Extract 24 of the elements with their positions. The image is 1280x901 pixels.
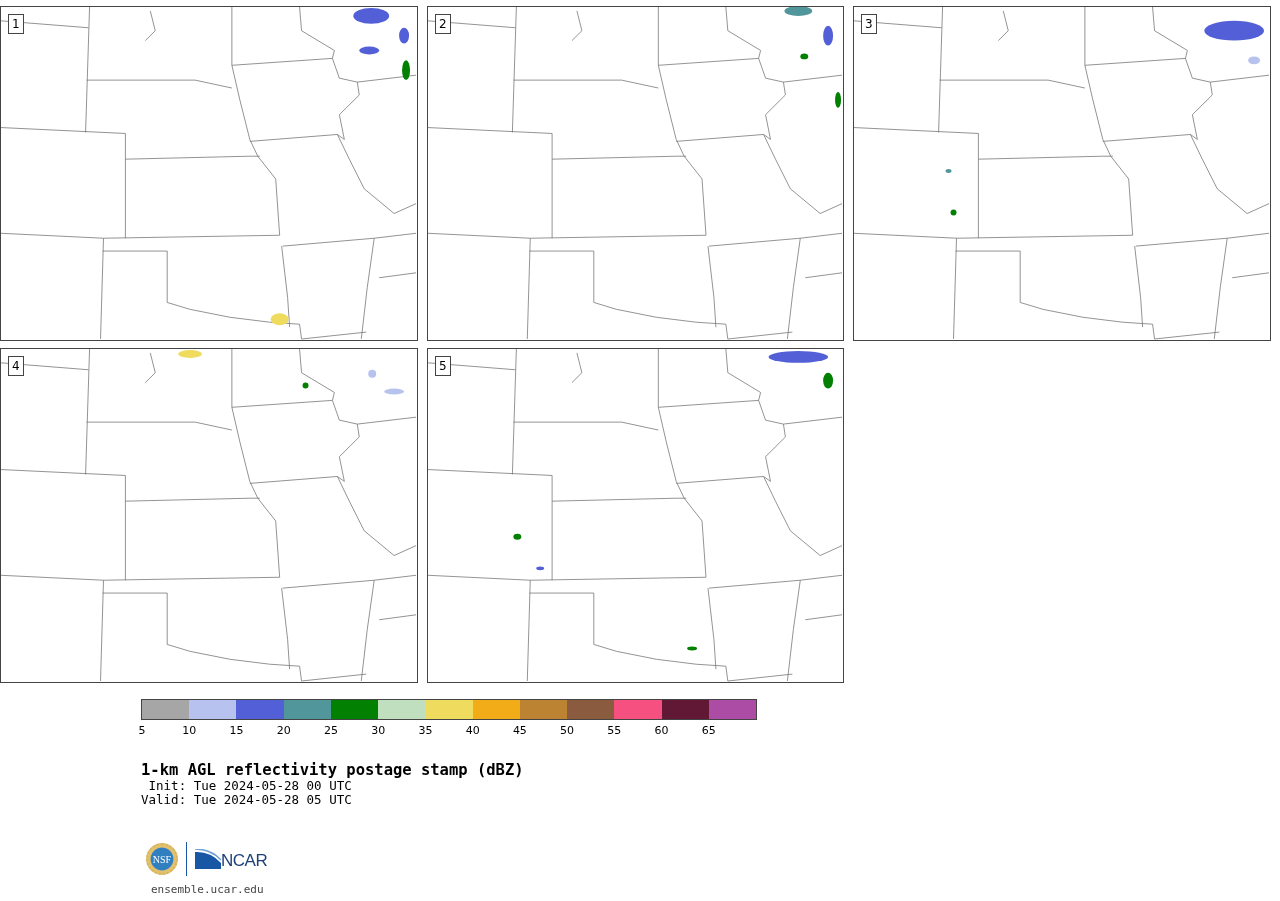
chart-title: 1-km AGL reflectivity postage stamp (dBZ) [141,761,525,779]
panel-number: 3 [861,14,877,34]
colorbar-tick-label: 55 [607,725,622,737]
colorbar-tick-label: 30 [371,725,386,737]
colorbar-tick-label: 50 [560,725,575,737]
colorbar-tick-label: 40 [465,725,480,737]
panel-number: 4 [8,356,24,376]
website-url: ensemble.ucar.edu [151,883,265,896]
colorbar-tick-label: 10 [182,725,197,737]
ncar-logo: NCAR [195,849,268,869]
valid-time: Valid: Tue 2024-05-28 05 UTC [141,793,353,807]
panel-number: 2 [435,14,451,34]
colorbar-tick-label: 15 [229,725,244,737]
colorbar-tick-label: 35 [418,725,433,737]
colorbar-tick-label: 5 [138,725,146,737]
colorbar-tick-label: 60 [654,725,669,737]
init-time: Init: Tue 2024-05-28 00 UTC [147,779,353,793]
panel-number: 5 [435,356,451,376]
nsf-logo: NSF [146,843,178,875]
colorbar-tick-label: 20 [276,725,291,737]
colorbar-tick-label: 25 [323,725,338,737]
colorbar-tick-label: 65 [701,725,716,737]
panel-number: 1 [8,14,24,34]
colorbar-tick-label: 45 [512,725,527,737]
